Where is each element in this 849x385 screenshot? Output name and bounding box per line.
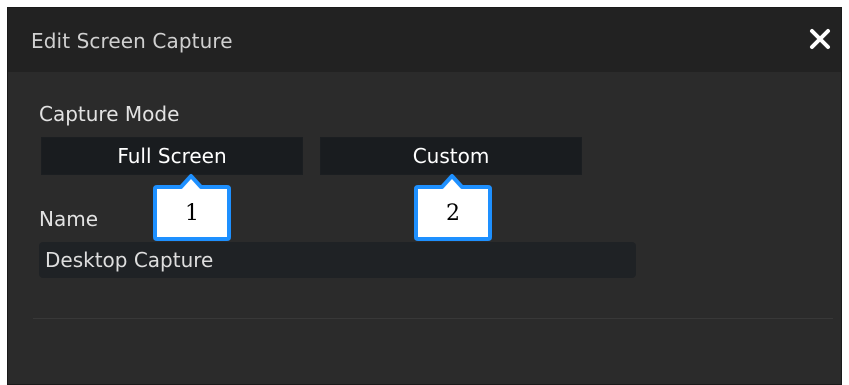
- dialog-titlebar: Edit Screen Capture: [8, 8, 841, 72]
- callout-2: 2: [414, 173, 492, 241]
- name-input[interactable]: [39, 242, 636, 278]
- name-label: Name: [39, 207, 99, 231]
- close-icon: [810, 29, 830, 49]
- callout-1: 1: [153, 173, 231, 241]
- capture-mode-label: Capture Mode: [39, 102, 180, 126]
- divider: [33, 318, 833, 319]
- close-button[interactable]: [807, 26, 833, 52]
- dialog-title: Edit Screen Capture: [31, 29, 233, 53]
- full-screen-button[interactable]: Full Screen: [41, 137, 303, 175]
- callout-label: 1: [185, 200, 199, 226]
- custom-button[interactable]: Custom: [320, 137, 582, 175]
- callout-label: 2: [446, 200, 460, 226]
